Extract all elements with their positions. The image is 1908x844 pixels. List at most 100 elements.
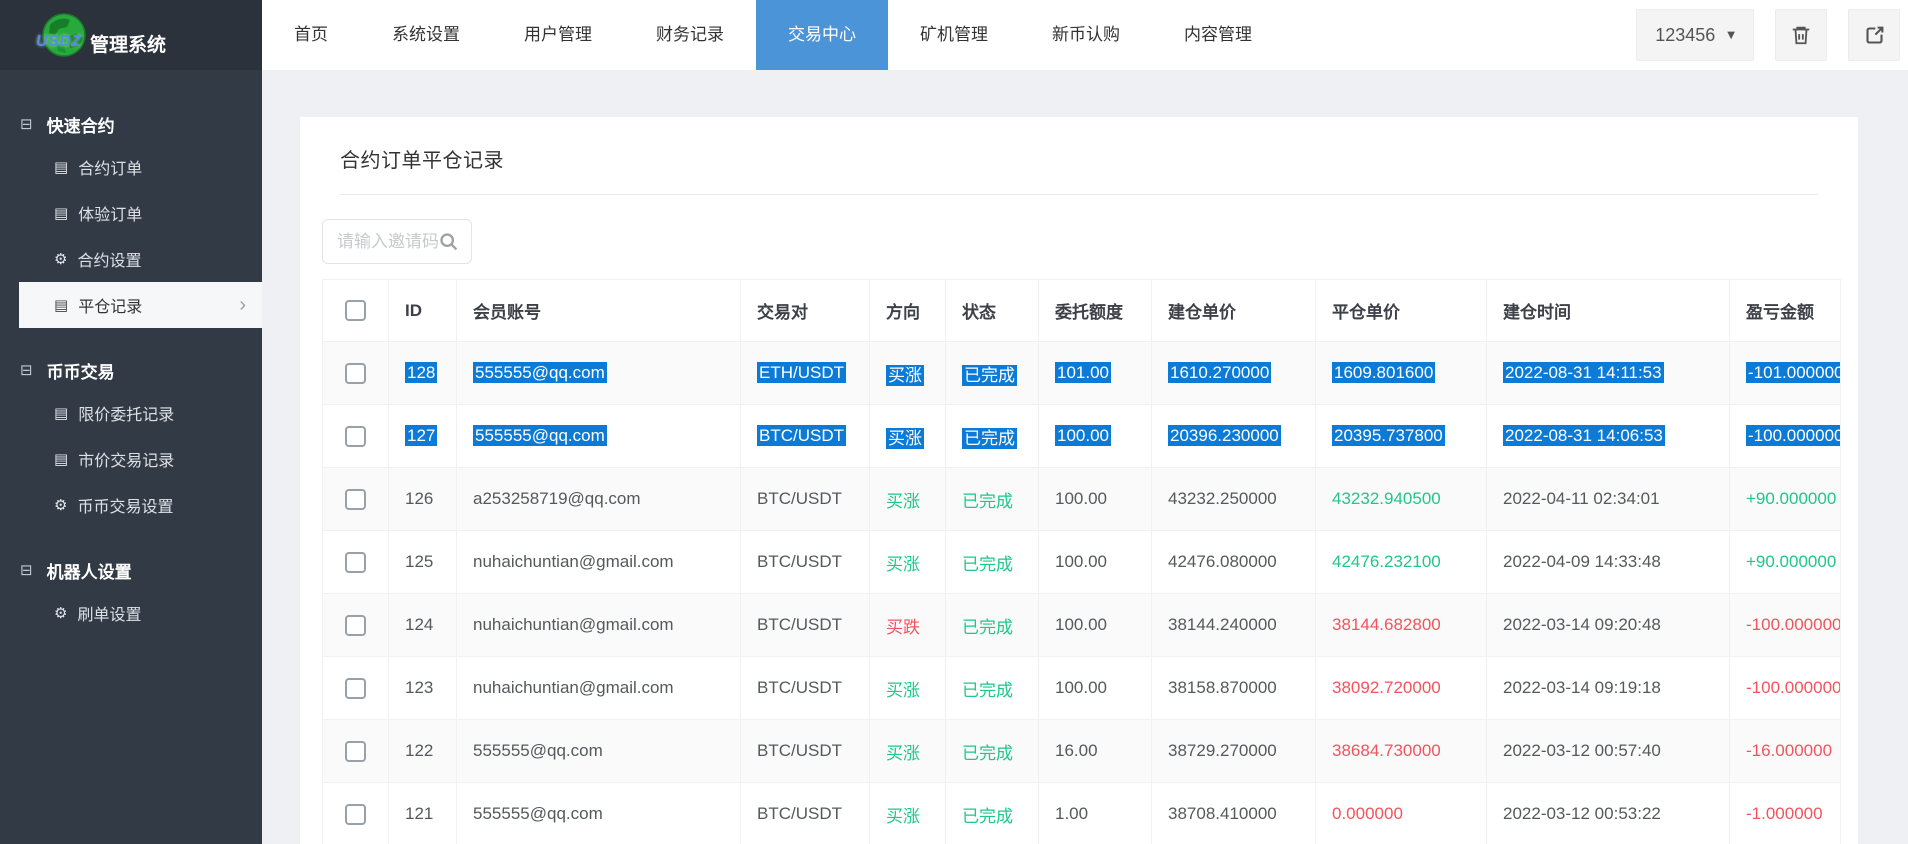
cell-direction: 买涨 (870, 531, 946, 594)
row-checkbox[interactable] (345, 741, 366, 762)
cell-text: -100.000000 (1746, 425, 1841, 446)
sidebar-section-title[interactable]: ⊟快速合约 (0, 104, 262, 144)
cell-text: 38684.730000 (1332, 741, 1441, 760)
gear-icon: ⚙ (54, 604, 67, 622)
row-checkbox[interactable] (345, 426, 366, 447)
sidebar-section-gap (0, 528, 262, 550)
cell-direction: 买涨 (870, 342, 946, 405)
invite-code-search-input[interactable] (337, 232, 438, 252)
cell-status: 已完成 (946, 531, 1039, 594)
cell-account: a253258719@qq.com (457, 468, 741, 531)
cell-text: ETH/USDT (757, 362, 846, 383)
cell-text: 126 (405, 489, 433, 508)
sidebar-item[interactable]: ▤合约订单 (0, 144, 262, 190)
sidebar-item[interactable]: ⚙刷单设置 (0, 590, 262, 636)
cell-id: 124 (389, 594, 457, 657)
cell-open-price: 38729.270000 (1152, 720, 1316, 783)
cell-text: 1609.801600 (1332, 362, 1435, 383)
cell-text: 已完成 (962, 555, 1013, 574)
column-header: 方向 (870, 280, 946, 342)
gear-icon: ⚙ (54, 250, 67, 268)
cell-id: 121 (389, 783, 457, 844)
row-checkbox[interactable] (345, 678, 366, 699)
cell-pair: BTC/USDT (741, 720, 870, 783)
cell-text: nuhaichuntian@gmail.com (473, 615, 674, 634)
row-checkbox[interactable] (345, 489, 366, 510)
caret-down-icon: ▼ (1727, 30, 1735, 41)
export-button[interactable] (1848, 9, 1900, 61)
sidebar-item[interactable]: ⚙币币交易设置 (0, 482, 262, 528)
sidebar-item-label: 平仓记录 (78, 293, 142, 317)
cell-text: 2022-08-31 14:06:53 (1503, 425, 1665, 446)
cell-text: 20395.737800 (1332, 425, 1445, 446)
topbar-controls: 123456 ▼ (1636, 0, 1908, 70)
cell-text: 已完成 (962, 365, 1017, 386)
cell-pair: BTC/USDT (741, 783, 870, 844)
top-nav: 首页系统设置用户管理财务记录交易中心矿机管理新币认购内容管理 (262, 0, 1636, 70)
cell-account: nuhaichuntian@gmail.com (457, 531, 741, 594)
cell-text: BTC/USDT (757, 741, 842, 760)
user-menu-button[interactable]: 123456 ▼ (1636, 9, 1754, 61)
top-nav-item[interactable]: 用户管理 (492, 0, 624, 70)
cell-open-time: 2022-04-11 02:34:01 (1487, 468, 1730, 531)
cell-text: 买跌 (886, 618, 920, 637)
cell-status: 已完成 (946, 594, 1039, 657)
top-nav-item[interactable]: 矿机管理 (888, 0, 1020, 70)
cell-amount: 1.00 (1039, 783, 1152, 844)
search-icon[interactable] (438, 231, 459, 252)
export-icon (1864, 25, 1885, 46)
cell-text: 2022-04-09 14:33:48 (1503, 552, 1661, 571)
cell-pair: BTC/USDT (741, 657, 870, 720)
user-label: 123456 (1655, 25, 1715, 46)
cell-text: 38158.870000 (1168, 678, 1277, 697)
logo-text: USDZ (36, 33, 82, 51)
sidebar-item[interactable]: ▤平仓记录› (19, 282, 262, 328)
top-nav-item[interactable]: 内容管理 (1152, 0, 1284, 70)
content-card: 合约订单平仓记录 ID会员账号交易对方向状态委托额度建仓单价平仓单价建仓时间盈亏… (300, 117, 1858, 844)
cell-id: 126 (389, 468, 457, 531)
row-checkbox-cell (323, 405, 389, 468)
sidebar-item[interactable]: ▤体验订单 (0, 190, 262, 236)
cell-text: 买涨 (886, 428, 924, 449)
chevron-right-icon: › (239, 295, 246, 315)
top-nav-item[interactable]: 系统设置 (360, 0, 492, 70)
cell-text: 555555@qq.com (473, 741, 603, 760)
app-logo: USDZ 管理系统 (0, 0, 262, 70)
sidebar-item-label: 币币交易设置 (77, 493, 173, 517)
cell-close-price: 20395.737800 (1316, 405, 1487, 468)
row-checkbox-cell (323, 342, 389, 405)
sidebar-item[interactable]: ⚙ 合约设置 (0, 236, 262, 282)
cell-text: 101.00 (1055, 362, 1111, 383)
sidebar-section-title[interactable]: ⊟机器人设置 (0, 550, 262, 590)
cell-account: 555555@qq.com (457, 405, 741, 468)
top-nav-item[interactable]: 交易中心 (756, 0, 888, 70)
cell-status: 已完成 (946, 342, 1039, 405)
cell-text: 38144.240000 (1168, 615, 1277, 634)
select-all-checkbox[interactable] (345, 300, 366, 321)
search-box (322, 219, 472, 264)
collapse-minus-icon: ⊟ (20, 561, 33, 579)
top-nav-item[interactable]: 财务记录 (624, 0, 756, 70)
top-nav-item[interactable]: 首页 (262, 0, 360, 70)
sidebar-item-label: 体验订单 (78, 201, 142, 225)
cell-direction: 买涨 (870, 720, 946, 783)
row-checkbox[interactable] (345, 804, 366, 825)
cell-amount: 100.00 (1039, 531, 1152, 594)
cell-text: 买涨 (886, 807, 920, 826)
column-header: 盈亏金额 (1730, 280, 1841, 342)
cell-open-price: 38144.240000 (1152, 594, 1316, 657)
cell-text: 555555@qq.com (473, 362, 607, 383)
row-checkbox-cell (323, 468, 389, 531)
row-checkbox[interactable] (345, 552, 366, 573)
row-checkbox[interactable] (345, 363, 366, 384)
cell-account: 555555@qq.com (457, 783, 741, 844)
sidebar-section-title[interactable]: ⊟币币交易 (0, 350, 262, 390)
orders-table: ID会员账号交易对方向状态委托额度建仓单价平仓单价建仓时间盈亏金额 128555… (322, 279, 1841, 844)
sidebar-item[interactable]: ▤限价委托记录 (0, 390, 262, 436)
sidebar-item-label: 合约设置 (77, 247, 141, 271)
trash-button[interactable] (1775, 9, 1827, 61)
top-nav-item[interactable]: 新币认购 (1020, 0, 1152, 70)
sidebar-item[interactable]: ▤市价交易记录 (0, 436, 262, 482)
row-checkbox[interactable] (345, 615, 366, 636)
list-icon: ▤ (54, 404, 68, 422)
